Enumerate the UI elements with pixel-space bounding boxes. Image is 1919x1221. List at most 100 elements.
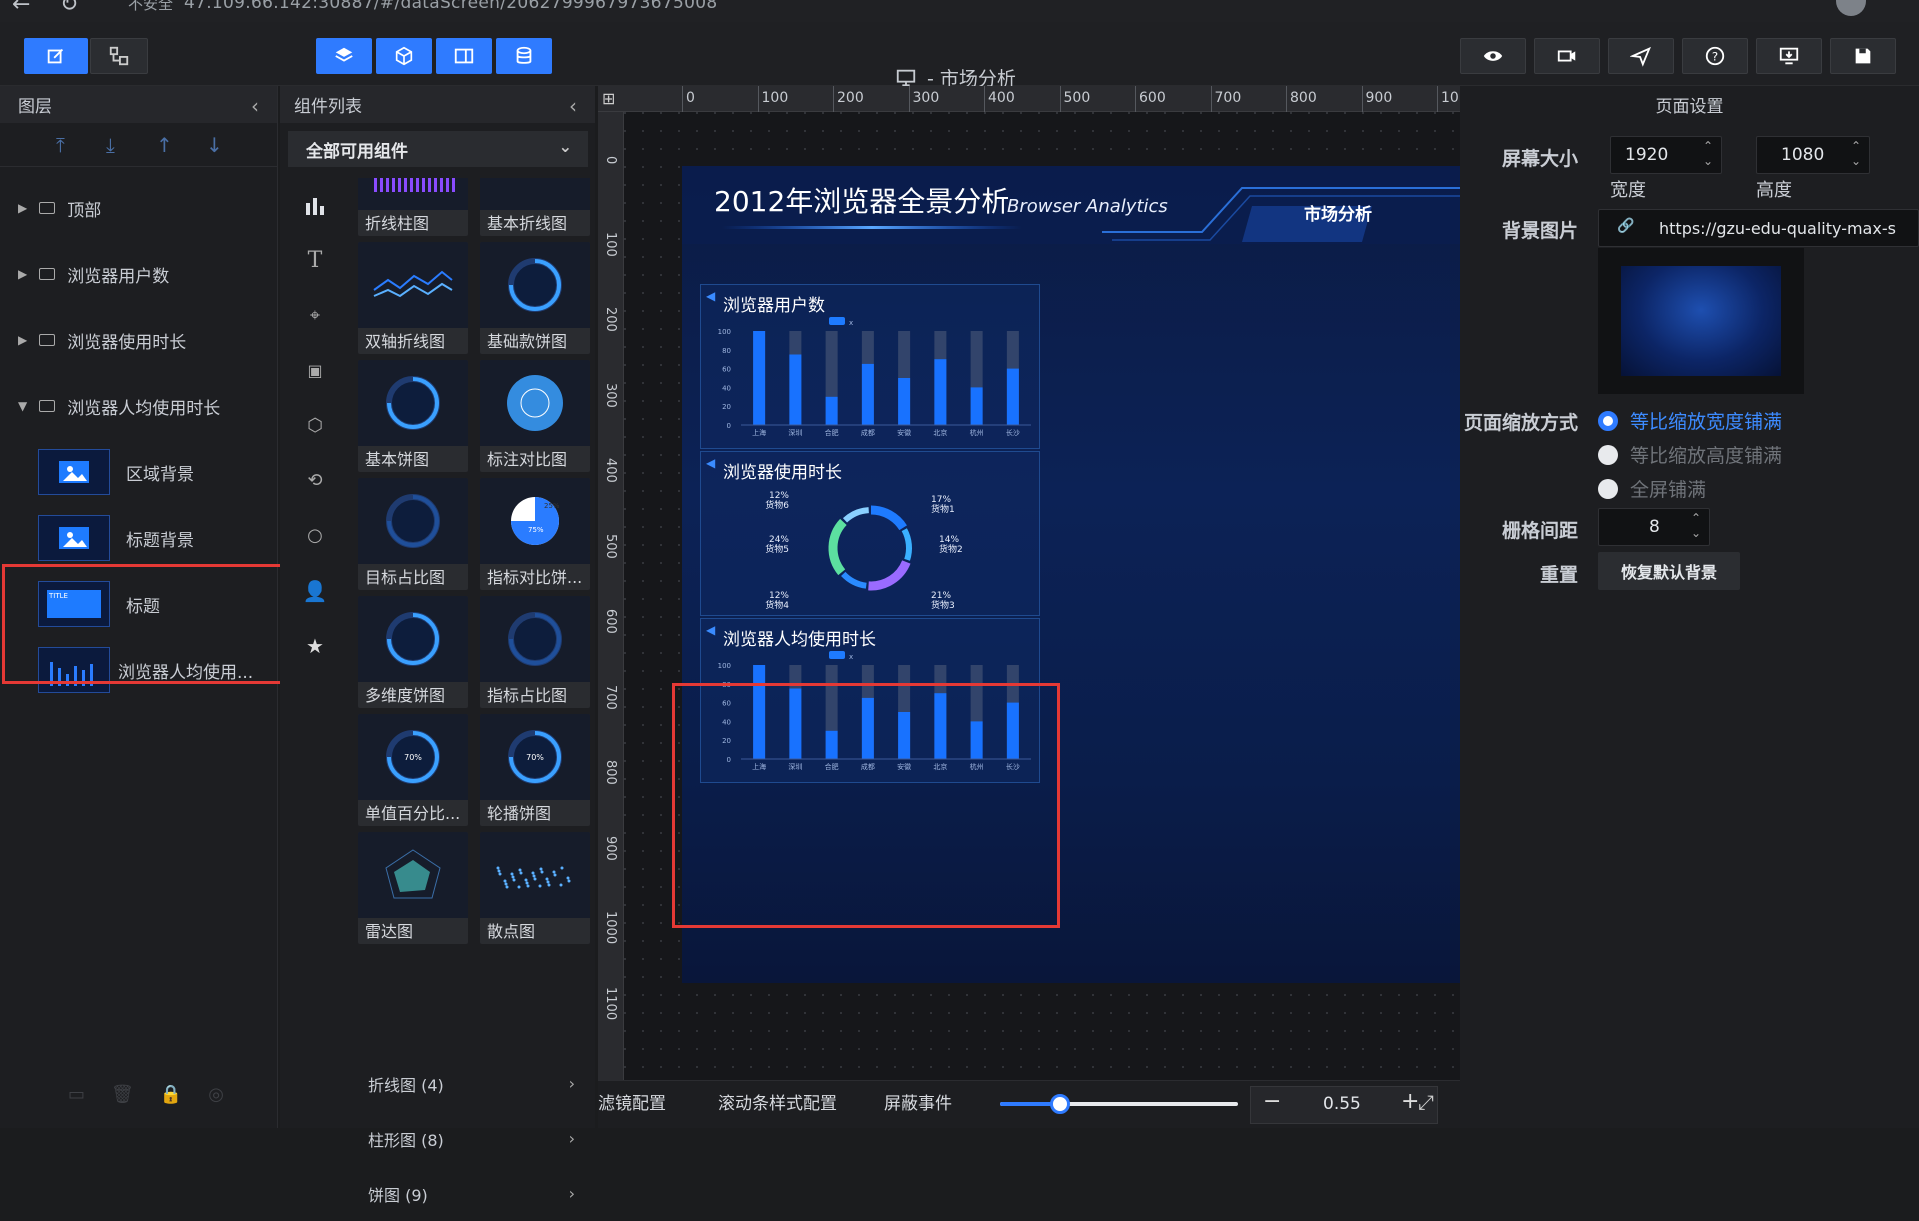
bg-image-preview[interactable]: [1598, 248, 1804, 394]
move-down-icon[interactable]: ↓: [206, 133, 256, 157]
panel-toggle-button[interactable]: [436, 38, 492, 74]
category-text[interactable]: T: [280, 233, 350, 288]
ruler-tick: [682, 86, 683, 112]
reload-icon[interactable]: ↻: [60, 0, 78, 17]
screen-tab[interactable]: 市场分析: [1304, 200, 1372, 225]
folder-icon[interactable]: ▭: [68, 1084, 85, 1105]
component-card[interactable]: 雷达图: [358, 832, 468, 944]
eye-icon[interactable]: ◎: [208, 1084, 224, 1105]
stepper-icon[interactable]: ⌃ ⌄: [1851, 139, 1861, 169]
canvas-area[interactable]: 0 100 200 300 400 500 600 700 800 900 10 0 100 200 30…: [598, 86, 1460, 1080]
layer-item[interactable]: 区域背景: [0, 439, 277, 505]
ruler-tick-label: 500: [1063, 90, 1091, 106]
collapse-icon[interactable]: ‹: [569, 94, 577, 118]
lock-icon[interactable]: 🔒: [160, 1084, 182, 1105]
publish-button[interactable]: [1608, 38, 1674, 74]
layer-folder-label: 浏览器人均使用时长: [67, 398, 221, 419]
scale-width-label[interactable]: 等比缩放宽度铺满: [1630, 407, 1782, 434]
accordion-bar[interactable]: 柱形图 (8) ›: [280, 1111, 595, 1166]
ruler-tick-label: 0: [603, 156, 618, 165]
category-media[interactable]: ▣: [280, 343, 350, 398]
component-card[interactable]: 70% 单值百分比...: [358, 714, 468, 826]
avatar[interactable]: [1836, 0, 1866, 16]
pie-slice: [901, 528, 912, 561]
title-arrow-icon: ◀: [706, 456, 716, 470]
category-favorite[interactable]: ★: [280, 618, 350, 673]
ruler-corner-icon[interactable]: ⊞: [602, 89, 615, 108]
fullscreen-icon[interactable]: ⤢: [1418, 1090, 1434, 1114]
block-events-link[interactable]: 屏蔽事件: [884, 1089, 952, 1114]
layer-folder[interactable]: ▶ 浏览器使用时长: [0, 307, 277, 373]
component-card[interactable]: 70% 轮播饼图: [480, 714, 590, 826]
category-user[interactable]: 👤: [280, 563, 350, 618]
screen-button[interactable]: [1756, 38, 1822, 74]
property-panel-title: 页面设置: [1655, 97, 1724, 117]
layer-folder[interactable]: ▼ 浏览器人均使用时长: [0, 373, 277, 439]
layer-folder[interactable]: ▶ 顶部: [0, 175, 277, 241]
width-input[interactable]: 1920 ⌃ ⌄: [1610, 136, 1722, 174]
bg-url-input[interactable]: 🔗 https://gzu-edu-quality-max-s: [1598, 209, 1919, 247]
reset-background-button[interactable]: 恢复默认背景: [1598, 552, 1740, 590]
zoom-value[interactable]: 0.55: [1323, 1094, 1361, 1114]
scale-full-radio[interactable]: [1598, 479, 1618, 499]
zoom-slider-thumb[interactable]: [1049, 1094, 1070, 1114]
preview-button[interactable]: [1460, 38, 1526, 74]
trash-icon[interactable]: 🗑: [111, 1084, 134, 1105]
layer-folder[interactable]: ▶ 浏览器用户数: [0, 241, 277, 307]
component-card[interactable]: 基本折线图: [480, 178, 590, 236]
scale-height-label[interactable]: 等比缩放高度铺满: [1630, 441, 1782, 468]
component-card[interactable]: 多维度饼图: [358, 596, 468, 708]
move-top-icon[interactable]: ⤒: [56, 133, 106, 157]
move-bottom-icon[interactable]: ⤓: [106, 133, 156, 157]
filter-config-link[interactable]: 滤镜配置: [598, 1089, 666, 1114]
zoom-slider-track[interactable]: [1000, 1094, 1238, 1114]
stepper-icon[interactable]: ⌃ ⌄: [1703, 139, 1713, 169]
chart-panel-users[interactable]: ◀ 浏览器用户数 x 100 80 60 40 20 0 上海 深圳 合肥 成都 安徽 北京 杭州 长沙: [700, 284, 1040, 449]
component-card[interactable]: 双轴折线图: [358, 242, 468, 354]
record-button[interactable]: [1534, 38, 1600, 74]
stepper-icon[interactable]: ⌃ ⌄: [1691, 511, 1701, 541]
scale-height-radio[interactable]: [1598, 445, 1618, 465]
flow-mode-button[interactable]: [90, 38, 148, 74]
component-card[interactable]: 基本饼图: [358, 360, 468, 472]
save-button[interactable]: [1830, 38, 1896, 74]
layer-item[interactable]: 标题背景: [0, 505, 277, 571]
scale-width-radio[interactable]: [1598, 411, 1618, 431]
category-3d[interactable]: ⬡: [280, 398, 350, 453]
height-input[interactable]: 1080 ⌃ ⌄: [1756, 136, 1870, 174]
category-map[interactable]: ⌖: [280, 288, 350, 343]
collapse-icon[interactable]: ‹: [251, 94, 259, 118]
width-value: 1920: [1625, 145, 1669, 165]
accordion-pie[interactable]: 饼图 (9) ›: [280, 1166, 595, 1221]
grid-spacing-input[interactable]: 8 ⌃ ⌄: [1598, 508, 1710, 546]
component-card[interactable]: 折线柱图: [358, 178, 468, 236]
move-up-icon[interactable]: ↑: [156, 133, 206, 157]
zoom-in-button[interactable]: +: [1401, 1089, 1419, 1114]
category-interaction[interactable]: ⟲: [280, 453, 350, 508]
data-toggle-button[interactable]: [496, 38, 552, 74]
component-card[interactable]: 基础款饼图: [480, 242, 590, 354]
link-icon: 🔗: [1617, 218, 1635, 234]
zoom-out-button[interactable]: −: [1263, 1089, 1281, 1114]
component-card[interactable]: 标注对比图: [480, 360, 590, 472]
component-filter-select[interactable]: 全部可用组件 ⌄: [288, 131, 588, 167]
url-text[interactable]: 47.109.66.142:30887/#/dataScreen/2062799…: [184, 0, 717, 13]
category-chart[interactable]: [280, 178, 350, 233]
help-button[interactable]: ?: [1682, 38, 1748, 74]
chart-panel-duration[interactable]: ◀ 浏览器使用时长 17% 货物1 14% 货物2 21% 货物3 12% 货物4 24% 货物5…: [700, 451, 1040, 616]
component-card[interactable]: 目标占比图: [358, 478, 468, 590]
component-card[interactable]: 指标占比图: [480, 596, 590, 708]
component-card[interactable]: 25% 75% 指标对比饼...: [480, 478, 590, 590]
edit-mode-button[interactable]: [24, 38, 88, 74]
scale-full-label[interactable]: 全屏铺满: [1630, 475, 1706, 502]
components-toggle-button[interactable]: [376, 38, 432, 74]
component-card[interactable]: 散点图: [480, 832, 590, 944]
accordion-line[interactable]: 折线图 (4) ›: [280, 1056, 595, 1111]
layers-toggle-button[interactable]: [316, 38, 372, 74]
back-icon[interactable]: ←: [12, 0, 30, 17]
scrollbar-config-link[interactable]: 滚动条样式配置: [718, 1089, 837, 1114]
layer-item-label: 标题背景: [126, 530, 194, 551]
ruler-tick: [984, 86, 985, 112]
component-preview: [358, 478, 468, 564]
category-shape[interactable]: ○: [280, 508, 350, 563]
